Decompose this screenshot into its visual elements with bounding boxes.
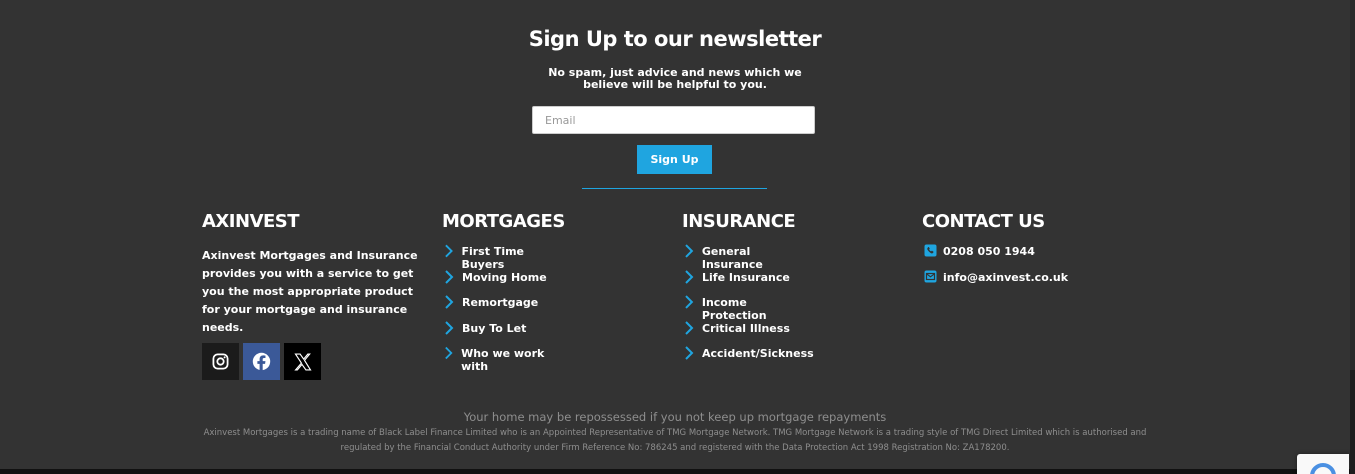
insurance-heading: INSURANCE	[682, 211, 796, 232]
insurance-link[interactable]: Income Protection	[684, 295, 814, 322]
insurance-list: General Insurance Life Insurance Income …	[684, 244, 814, 373]
facebook-button[interactable]	[243, 343, 280, 380]
link-label: First Time Buyers	[461, 245, 525, 271]
phone-number: 0208 050 1944	[943, 245, 1035, 258]
link-label: Remortgage	[462, 296, 539, 309]
link-label: Buy To Let	[462, 321, 527, 335]
link-label: General Insurance	[701, 245, 763, 271]
envelope-icon	[924, 270, 937, 282]
phone-icon	[924, 244, 937, 257]
scrollbar[interactable]	[1350, 0, 1355, 474]
mortgage-link[interactable]: Buy To Let	[444, 320, 565, 348]
mortgages-column: MORTGAGES First Time Buyers Moving Home …	[442, 211, 565, 373]
insurance-link[interactable]: Accident/Sickness	[684, 346, 814, 373]
contact-column: CONTACT US 0208 050 1944 info@axinvest.c…	[922, 211, 1068, 284]
chevron-right-icon	[445, 295, 454, 309]
chevron-right-icon	[445, 346, 453, 360]
insurance-link[interactable]: Life Insurance	[684, 269, 814, 297]
email-input[interactable]	[532, 106, 815, 134]
about-column: AXINVEST Axinvest Mortgages and Insuranc…	[202, 211, 418, 380]
email-address: info@axinvest.co.uk	[943, 270, 1069, 284]
social-links	[202, 343, 321, 380]
chevron-right-icon	[685, 320, 694, 335]
mortgages-list: First Time Buyers Moving Home Remortgage…	[444, 244, 565, 373]
x-button[interactable]	[284, 343, 321, 380]
link-label: Moving Home	[462, 270, 547, 284]
scrollbar-thumb[interactable]	[1350, 370, 1355, 474]
chevron-right-icon	[685, 295, 694, 309]
chevron-right-icon	[445, 269, 454, 284]
repossession-warning: Your home may be repossessed if you not …	[463, 410, 887, 424]
chevron-right-icon	[685, 269, 694, 284]
contact-heading: CONTACT US	[922, 211, 1045, 232]
about-heading: AXINVEST	[202, 211, 300, 232]
mortgage-link[interactable]: First Time Buyers	[444, 244, 565, 271]
mortgage-link[interactable]: Moving Home	[444, 269, 565, 297]
regulatory-disclaimer: Axinvest Mortgages is a trading name of …	[203, 428, 1147, 453]
link-label: Accident/Sickness	[702, 347, 814, 360]
recaptcha-icon	[1310, 463, 1336, 474]
divider	[582, 188, 767, 189]
insurance-link[interactable]: Critical Illness	[684, 320, 814, 348]
contact-list: 0208 050 1944 info@axinvest.co.uk	[924, 244, 1069, 297]
mortgage-link[interactable]: Who we work with	[444, 346, 565, 373]
newsletter-title: Sign Up to our newsletter	[528, 27, 822, 51]
instagram-icon	[212, 353, 229, 370]
link-label: Life Insurance	[702, 270, 790, 284]
x-icon	[293, 353, 312, 370]
mortgage-link[interactable]: Remortgage	[444, 295, 565, 322]
email-link[interactable]: info@axinvest.co.uk	[924, 270, 1069, 297]
chevron-right-icon	[445, 244, 453, 258]
sign-up-button[interactable]: Sign Up	[637, 145, 712, 174]
about-text: Axinvest Mortgages and Insurance provide…	[202, 249, 418, 334]
chevron-right-icon	[685, 244, 694, 258]
chevron-right-icon	[445, 320, 454, 335]
newsletter-subtitle: No spam, just advice and news which we b…	[548, 66, 802, 91]
instagram-button[interactable]	[202, 343, 239, 380]
link-label: Critical Illness	[702, 321, 790, 335]
phone-link[interactable]: 0208 050 1944	[924, 244, 1068, 271]
bottom-bar	[0, 469, 1350, 474]
recaptcha-badge[interactable]	[1297, 454, 1349, 474]
link-label: Income Protection	[701, 296, 767, 322]
mortgages-heading: MORTGAGES	[442, 211, 565, 232]
insurance-column: INSURANCE General Insurance Life Insuran…	[682, 211, 814, 360]
link-label: Who we work with	[461, 347, 545, 373]
insurance-link[interactable]: General Insurance	[684, 244, 814, 271]
facebook-icon	[252, 352, 271, 371]
chevron-right-icon	[685, 346, 694, 360]
